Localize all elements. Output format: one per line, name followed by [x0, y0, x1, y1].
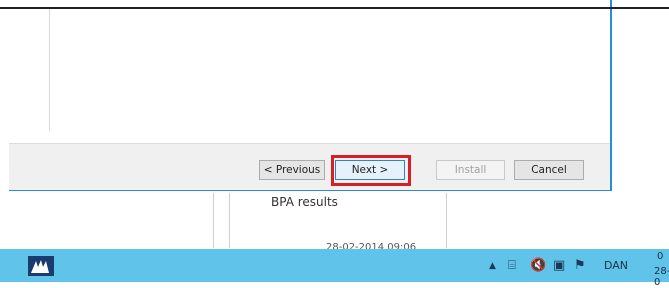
- show-hidden-icons-arrow[interactable]: ▲: [489, 249, 496, 282]
- wizard-nav-divider: [49, 7, 50, 131]
- top-border: [0, 7, 669, 9]
- background-divider: [446, 193, 447, 248]
- wizard-button-bar: < Previous Next > Install Cancel: [9, 143, 610, 190]
- action-center-icon[interactable]: ▣: [553, 249, 565, 282]
- clock-date[interactable]: 28-0: [654, 266, 669, 288]
- background-divider: [229, 193, 230, 248]
- add-roles-wizard-window: < Previous Next > Install Cancel: [9, 0, 612, 191]
- language-indicator[interactable]: DAN: [604, 249, 628, 282]
- next-button[interactable]: Next >: [335, 160, 405, 180]
- cancel-button[interactable]: Cancel: [514, 160, 584, 180]
- flag-alert-icon[interactable]: ⚑: [574, 249, 586, 282]
- volume-muted-icon[interactable]: 🔇: [530, 249, 546, 282]
- previous-button[interactable]: < Previous: [259, 160, 325, 180]
- clock-time[interactable]: 0: [657, 251, 663, 262]
- network-icon[interactable]: ⌸: [508, 249, 516, 282]
- install-button: Install: [436, 160, 505, 180]
- bpa-results-title: BPA results: [271, 195, 338, 209]
- background-divider: [213, 193, 214, 248]
- background-window-edge: [612, 9, 669, 249]
- taskbar: ▲ ⌸ 🔇 ▣ ⚑ DAN: [0, 249, 669, 282]
- windows-logo-icon[interactable]: [28, 256, 54, 276]
